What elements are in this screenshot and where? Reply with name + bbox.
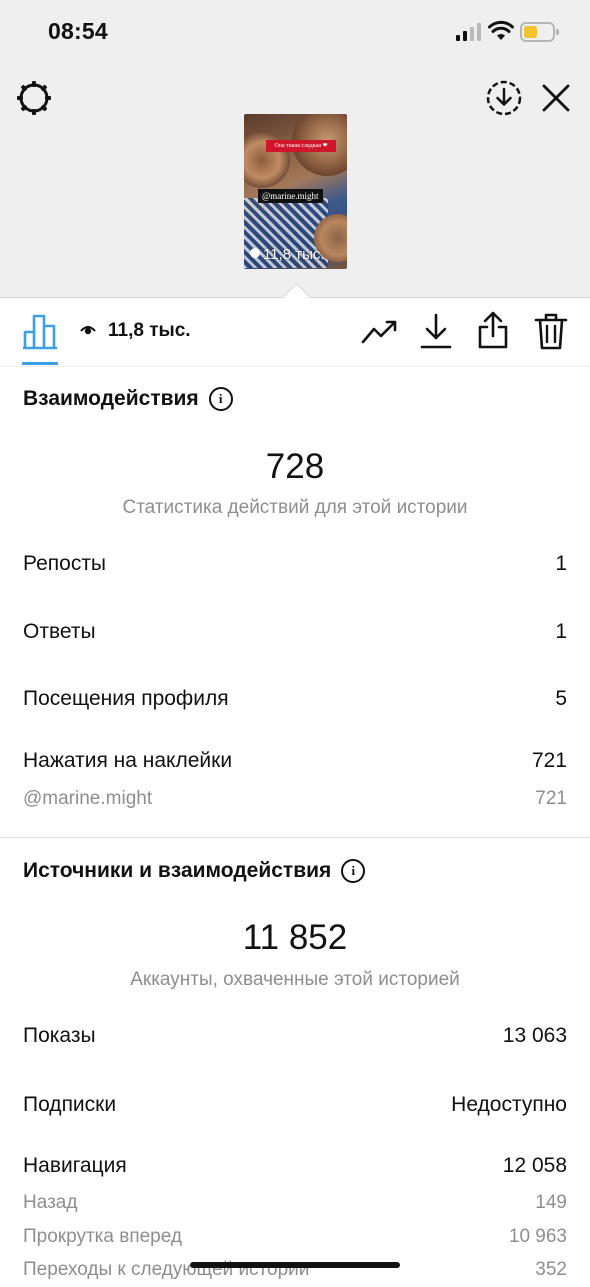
discovery-title-text: Источники и взаимодействия [23, 859, 332, 882]
wifi-icon [488, 20, 514, 40]
story-views-overlay: 11,8 тыс. [250, 246, 325, 264]
stat-subrow-forward: Прокрутка вперед 10 963 [23, 1226, 567, 1254]
battery-icon [520, 22, 559, 42]
interactions-caption: Статистика действий для этой истории [122, 497, 468, 518]
stat-label: Нажатия на наклейки [23, 749, 233, 772]
eye-icon [250, 248, 260, 258]
info-icon[interactable]: i [341, 859, 366, 883]
story-preview-area: 08:54 Она такая сладкая ❤ @marine.might … [0, 0, 590, 298]
stat-value: 721 [531, 749, 567, 772]
stat-value: 5 [555, 687, 567, 710]
story-toolbar: 11,8 тыс. [0, 298, 590, 367]
views-count: 11,8 тыс. [108, 320, 191, 341]
delete-trash-icon[interactable] [534, 312, 568, 350]
stat-value: Недоступно [451, 1093, 567, 1116]
stat-subvalue: 10 963 [508, 1226, 567, 1247]
cellular-signal-icon [456, 23, 481, 41]
discovery-total: 11 852 [242, 918, 348, 957]
stat-subrow-mention: @marine.might 721 [23, 788, 567, 816]
discovery-section-title: Источники и взаимодействия i [23, 859, 366, 883]
interactions-title-text: Взаимодействия [23, 387, 199, 410]
stat-subvalue: 149 [535, 1192, 567, 1213]
stat-value: 12 058 [502, 1154, 567, 1177]
story-views-text: 11,8 тыс. [263, 246, 325, 263]
stat-value: 13 063 [502, 1024, 567, 1047]
stat-row-reposts: Репосты 1 [23, 552, 567, 580]
insights-tab-indicator [22, 362, 58, 365]
stat-label: Подписки [23, 1093, 117, 1116]
stat-sublabel: @marine.might [23, 788, 153, 809]
status-time: 08:54 [48, 18, 108, 44]
story-caption-sticker: Она такая сладкая ❤ [266, 140, 336, 152]
section-divider [0, 837, 590, 838]
stat-value: 1 [555, 620, 567, 643]
stat-subrow-back: Назад 149 [23, 1192, 567, 1220]
stat-label: Показы [23, 1024, 96, 1047]
story-thumbnail[interactable]: Она такая сладкая ❤ @marine.might 11,8 т… [244, 114, 347, 269]
stat-label: Репосты [23, 552, 107, 575]
stat-label: Ответы [23, 620, 96, 643]
stat-value: 1 [555, 552, 567, 575]
stat-label: Навигация [23, 1154, 127, 1177]
home-indicator[interactable] [190, 1262, 400, 1268]
info-icon[interactable]: i [208, 387, 233, 411]
download-icon[interactable] [420, 312, 452, 350]
discovery-caption: Аккаунты, охваченные этой историей [130, 969, 460, 990]
stat-subvalue: 721 [535, 788, 567, 809]
interactions-section-title: Взаимодействия i [23, 387, 233, 411]
stat-row-navigation: Навигация 12 058 [23, 1154, 567, 1182]
close-icon[interactable] [538, 80, 574, 116]
settings-gear-icon[interactable] [14, 78, 54, 118]
stat-row-impressions: Показы 13 063 [23, 1024, 567, 1052]
stat-subvalue: 352 [535, 1259, 567, 1280]
promote-trend-icon[interactable] [361, 314, 399, 350]
save-story-icon[interactable] [484, 78, 524, 118]
insights-bar-chart-icon[interactable] [22, 312, 58, 350]
story-mention-sticker: @marine.might [258, 189, 323, 203]
status-bar: 08:54 [0, 0, 590, 64]
stat-row-replies: Ответы 1 [23, 620, 567, 648]
share-icon[interactable] [476, 310, 510, 350]
stat-sublabel: Прокрутка вперед [23, 1226, 182, 1247]
stat-row-follows: Подписки Недоступно [23, 1093, 567, 1121]
stat-row-sticker-taps: Нажатия на наклейки 721 [23, 749, 567, 777]
eye-icon [80, 326, 96, 335]
stat-row-profile-visits: Посещения профиля 5 [23, 687, 567, 715]
stat-label: Посещения профиля [23, 687, 229, 710]
interactions-total: 728 [265, 447, 325, 486]
stat-sublabel: Назад [23, 1192, 78, 1213]
